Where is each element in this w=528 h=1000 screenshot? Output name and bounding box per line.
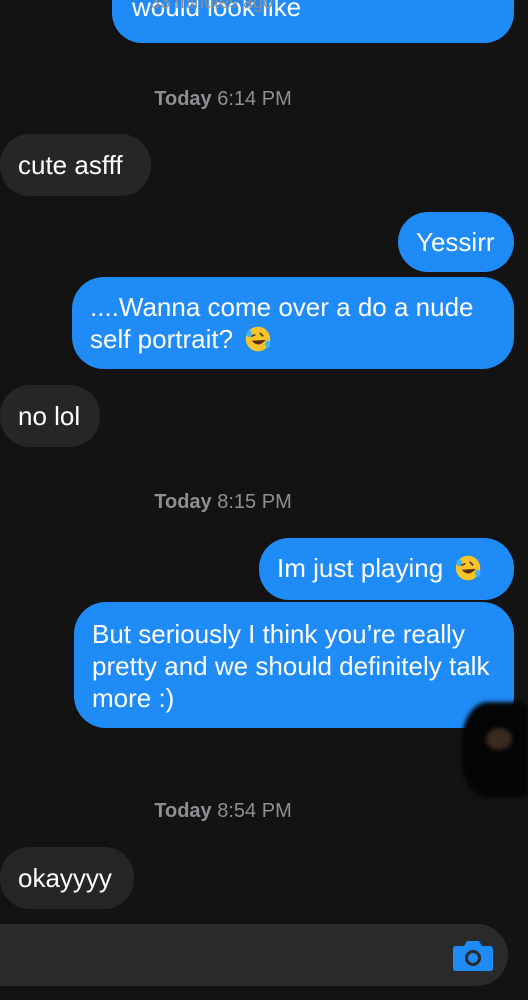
timestamp-divider: Today 8:15 PM (0, 491, 446, 514)
received-message-bubble[interactable]: no lol (0, 385, 100, 447)
message-text: no lol (18, 401, 81, 431)
rolling-on-floor-laughing-emoji-icon (456, 555, 481, 581)
redaction-smudge (462, 702, 528, 798)
sent-message-bubble[interactable]: ....Wanna come over a do a nude self por… (72, 277, 514, 369)
message-text: okayyyy (18, 863, 112, 893)
received-message-bubble[interactable]: cute asfff (0, 134, 151, 196)
sent-message-bubble[interactable]: But seriously I think you’re really pret… (74, 602, 514, 728)
redaction-smudge-detail (486, 728, 512, 750)
sent-message-bubble[interactable]: Yessirr (398, 212, 514, 272)
camera-icon[interactable] (452, 938, 494, 972)
sent-message-bubble[interactable]: Im just playing (259, 538, 514, 600)
message-text: cute asfff (18, 150, 123, 180)
delivery-status: 33 minutes ago (150, 0, 274, 12)
message-text: ....Wanna come over a do a nude self por… (90, 292, 474, 354)
rolling-on-floor-laughing-emoji-icon (246, 326, 271, 352)
message-text: Yessirr (416, 227, 495, 257)
timestamp-divider: Today 6:14 PM (0, 88, 446, 111)
timestamp-day: Today (154, 88, 212, 110)
timestamp-time: 6:14 PM (217, 88, 292, 110)
message-text: Im just playing (277, 553, 444, 583)
received-message-bubble[interactable]: okayyyy (0, 847, 134, 909)
timestamp-day: Today (154, 491, 212, 513)
timestamp-time: 8:15 PM (217, 491, 292, 513)
timestamp-time: 8:54 PM (217, 800, 292, 822)
timestamp-divider: Today 8:54 PM (0, 800, 446, 823)
message-text: But seriously I think you’re really pret… (92, 619, 490, 713)
timestamp-day: Today (154, 800, 212, 822)
message-input-field[interactable] (0, 924, 508, 986)
